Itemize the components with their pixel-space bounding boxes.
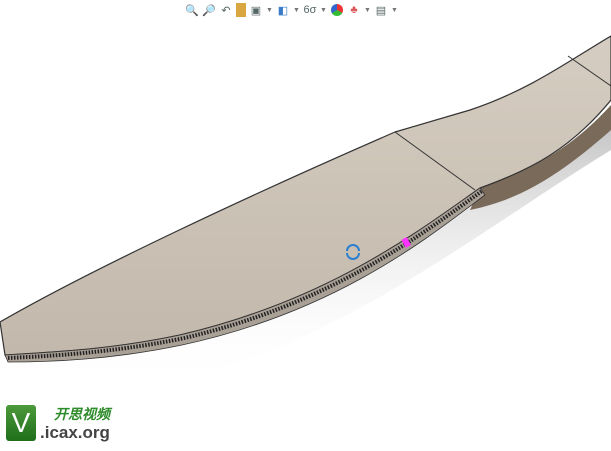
chevron-down-icon[interactable]: ▼ — [266, 7, 273, 14]
graphics-area[interactable] — [0, 0, 611, 451]
previous-view-icon[interactable]: ↶ — [219, 3, 233, 17]
hide-show-items-icon[interactable]: 6σ — [303, 3, 317, 17]
zoom-to-area-icon[interactable]: 🔎 — [202, 3, 216, 17]
heads-up-view-toolbar: 🔍 🔎 ↶ ▣ ▼ ◧ ▼ 6σ ▼ ♣ ▼ ▤ ▼ — [185, 2, 398, 18]
chevron-down-icon[interactable]: ▼ — [391, 7, 398, 14]
apply-scene-icon[interactable]: ♣ — [347, 3, 361, 17]
view-orientation-icon[interactable]: ▣ — [249, 3, 263, 17]
chevron-down-icon[interactable]: ▼ — [320, 7, 327, 14]
edit-appearance-icon[interactable] — [330, 3, 344, 17]
display-style-icon[interactable]: ◧ — [276, 3, 290, 17]
chevron-down-icon[interactable]: ▼ — [364, 7, 371, 14]
watermark-logo: V — [6, 404, 36, 441]
view-settings-icon[interactable]: ▤ — [374, 3, 388, 17]
watermark: V 开思视频 .icax.org — [6, 404, 110, 441]
zoom-to-fit-icon[interactable]: 🔍 — [185, 3, 199, 17]
watermark-url: .icax.org — [40, 423, 110, 442]
chevron-down-icon[interactable]: ▼ — [293, 7, 300, 14]
section-view-icon[interactable] — [236, 3, 246, 17]
watermark-title: 开思视频 — [54, 406, 110, 422]
